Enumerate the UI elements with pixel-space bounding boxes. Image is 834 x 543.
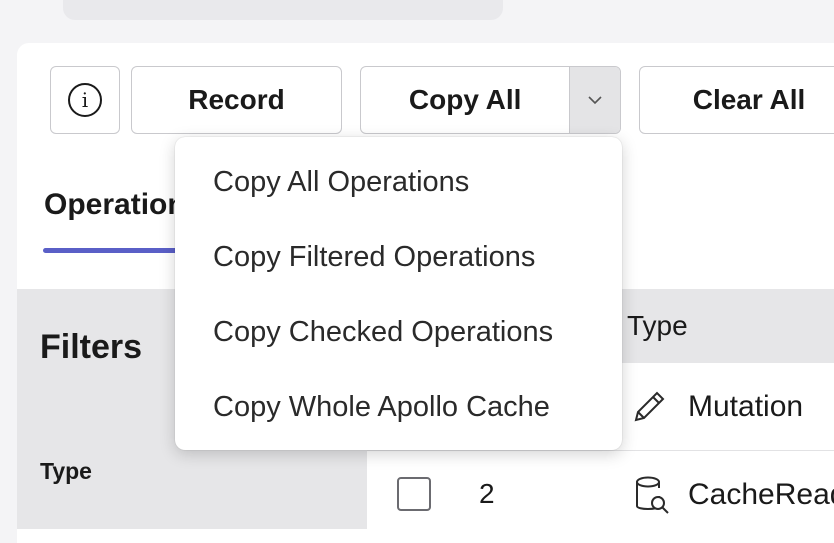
active-tab-indicator — [43, 248, 183, 253]
clear-all-button[interactable]: Clear All — [639, 66, 834, 134]
top-scroll-strip — [63, 0, 503, 20]
row-type-mutation: Mutation — [688, 390, 804, 423]
info-button[interactable]: i — [50, 66, 120, 134]
copy-all-button[interactable]: Copy All — [361, 67, 569, 133]
row-checkbox[interactable] — [397, 477, 431, 511]
filter-type-label: Type — [40, 458, 92, 484]
menu-item-copy-all-operations[interactable]: Copy All Operations — [175, 145, 622, 220]
cache-read-icon — [636, 476, 669, 514]
row-type-cacheread: CacheRead — [688, 478, 834, 511]
row-number: 2 — [479, 478, 495, 509]
copy-all-split-button: Copy All — [360, 66, 621, 134]
record-button[interactable]: Record — [131, 66, 342, 134]
menu-item-copy-filtered-operations[interactable]: Copy Filtered Operations — [175, 220, 622, 295]
filters-title: Filters — [40, 328, 143, 366]
copy-all-dropdown-toggle[interactable] — [569, 67, 620, 133]
column-header-type[interactable]: Type — [627, 310, 688, 342]
chevron-down-icon — [588, 96, 602, 105]
menu-item-copy-checked-operations[interactable]: Copy Checked Operations — [175, 295, 622, 370]
pencil-icon — [634, 391, 665, 422]
copy-options-menu: Copy All Operations Copy Filtered Operat… — [175, 137, 622, 450]
menu-item-copy-whole-apollo-cache[interactable]: Copy Whole Apollo Cache — [175, 370, 622, 445]
info-icon: i — [68, 83, 102, 117]
